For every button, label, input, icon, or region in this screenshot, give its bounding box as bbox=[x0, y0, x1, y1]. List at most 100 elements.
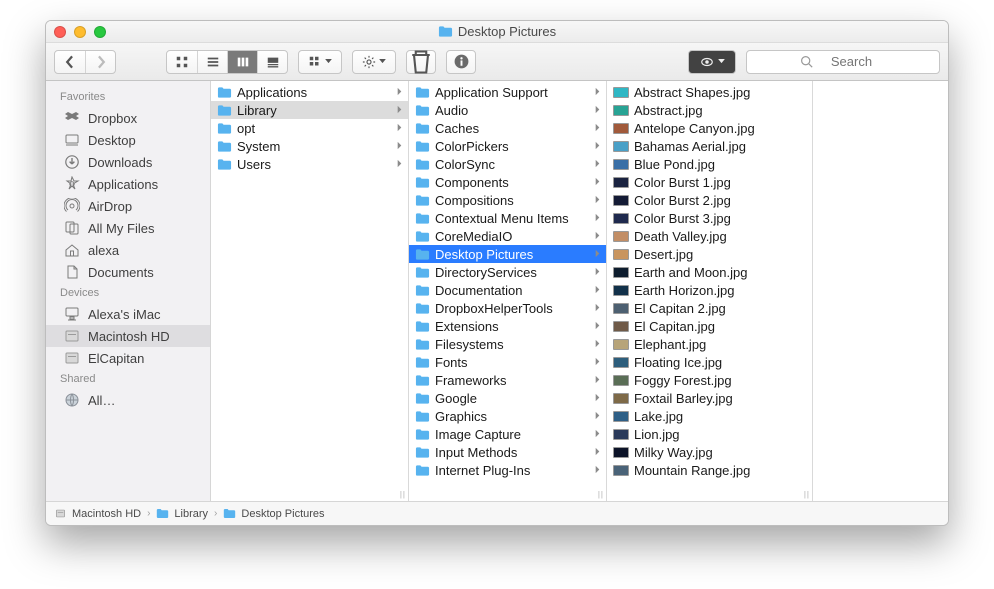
item-label: CoreMediaIO bbox=[435, 229, 512, 244]
folder-item[interactable]: Image Capture bbox=[409, 425, 606, 443]
sidebar-item-elcapitan[interactable]: ElCapitan bbox=[46, 347, 210, 369]
minimize-button[interactable] bbox=[74, 26, 86, 38]
trash-button[interactable] bbox=[406, 50, 436, 74]
close-button[interactable] bbox=[54, 26, 66, 38]
item-label: Desktop Pictures bbox=[435, 247, 533, 262]
sidebar-item-alexa-s-imac[interactable]: Alexa's iMac bbox=[46, 303, 210, 325]
sidebar-item-label: ElCapitan bbox=[88, 351, 144, 366]
folder-item[interactable]: System bbox=[211, 137, 408, 155]
sidebar-item-downloads[interactable]: Downloads bbox=[46, 151, 210, 173]
folder-item[interactable]: ColorSync bbox=[409, 155, 606, 173]
icon-view-button[interactable] bbox=[167, 51, 197, 73]
back-button[interactable] bbox=[55, 51, 85, 73]
item-label: El Capitan.jpg bbox=[634, 319, 715, 334]
folder-item[interactable]: Google bbox=[409, 389, 606, 407]
file-item[interactable]: Lion.jpg bbox=[607, 425, 812, 443]
apps-icon bbox=[64, 176, 80, 192]
sidebar-item-desktop[interactable]: Desktop bbox=[46, 129, 210, 151]
chevron-right-icon bbox=[395, 141, 404, 150]
folder-item[interactable]: Internet Plug-Ins bbox=[409, 461, 606, 479]
file-item[interactable]: Foggy Forest.jpg bbox=[607, 371, 812, 389]
coverflow-view-button[interactable] bbox=[257, 51, 287, 73]
breadcrumb-item[interactable]: Library bbox=[156, 508, 208, 520]
folder-item[interactable]: DirectoryServices bbox=[409, 263, 606, 281]
folder-item[interactable]: Input Methods bbox=[409, 443, 606, 461]
file-item[interactable]: Color Burst 3.jpg bbox=[607, 209, 812, 227]
search-field[interactable] bbox=[746, 50, 940, 74]
sidebar-item-dropbox[interactable]: Dropbox bbox=[46, 107, 210, 129]
folder-item[interactable]: Fonts bbox=[409, 353, 606, 371]
action-dropdown[interactable] bbox=[352, 50, 396, 74]
folder-item[interactable]: Desktop Pictures bbox=[409, 245, 606, 263]
folder-item[interactable]: Documentation bbox=[409, 281, 606, 299]
body: FavoritesDropboxDesktopDownloadsApplicat… bbox=[46, 81, 948, 501]
breadcrumb-label: Desktop Pictures bbox=[241, 508, 324, 520]
file-item[interactable]: Foxtail Barley.jpg bbox=[607, 389, 812, 407]
quicklook-dropdown[interactable] bbox=[688, 50, 736, 74]
folder-item[interactable]: Graphics bbox=[409, 407, 606, 425]
sidebar-item-macintosh-hd[interactable]: Macintosh HD bbox=[46, 325, 210, 347]
breadcrumb-label: Macintosh HD bbox=[72, 508, 141, 520]
column-view-button[interactable] bbox=[227, 51, 257, 73]
folder-item[interactable]: ColorPickers bbox=[409, 137, 606, 155]
folder-icon bbox=[217, 86, 232, 99]
file-item[interactable]: Milky Way.jpg bbox=[607, 443, 812, 461]
dropbox-icon bbox=[64, 110, 80, 126]
folder-item[interactable]: Applications bbox=[211, 83, 408, 101]
file-item[interactable]: Death Valley.jpg bbox=[607, 227, 812, 245]
sidebar-item-airdrop[interactable]: AirDrop bbox=[46, 195, 210, 217]
file-item[interactable]: Antelope Canyon.jpg bbox=[607, 119, 812, 137]
folder-item[interactable]: Audio bbox=[409, 101, 606, 119]
file-item[interactable]: Color Burst 1.jpg bbox=[607, 173, 812, 191]
info-button[interactable] bbox=[446, 50, 476, 74]
folder-item[interactable]: Extensions bbox=[409, 317, 606, 335]
folder-item[interactable]: Filesystems bbox=[409, 335, 606, 353]
toolbar bbox=[46, 43, 948, 81]
sidebar-item-alexa[interactable]: alexa bbox=[46, 239, 210, 261]
folder-item[interactable]: Application Support bbox=[409, 83, 606, 101]
sidebar-item-documents[interactable]: Documents bbox=[46, 261, 210, 283]
item-label: Earth and Moon.jpg bbox=[634, 265, 747, 280]
sidebar-item-all-[interactable]: All… bbox=[46, 389, 210, 411]
file-item[interactable]: Lake.jpg bbox=[607, 407, 812, 425]
folder-item[interactable]: Caches bbox=[409, 119, 606, 137]
folder-item[interactable]: Library bbox=[211, 101, 408, 119]
file-item[interactable]: Bahamas Aerial.jpg bbox=[607, 137, 812, 155]
preview-column bbox=[813, 81, 948, 501]
file-item[interactable]: Earth and Moon.jpg bbox=[607, 263, 812, 281]
file-item[interactable]: Color Burst 2.jpg bbox=[607, 191, 812, 209]
folder-item[interactable]: Users bbox=[211, 155, 408, 173]
sidebar-item-label: Dropbox bbox=[88, 111, 137, 126]
item-label: Color Burst 1.jpg bbox=[634, 175, 731, 190]
folder-item[interactable]: CoreMediaIO bbox=[409, 227, 606, 245]
folder-item[interactable]: Components bbox=[409, 173, 606, 191]
file-item[interactable]: Earth Horizon.jpg bbox=[607, 281, 812, 299]
arrange-dropdown[interactable] bbox=[298, 50, 342, 74]
folder-item[interactable]: Contextual Menu Items bbox=[409, 209, 606, 227]
file-item[interactable]: El Capitan 2.jpg bbox=[607, 299, 812, 317]
folder-item[interactable]: Compositions bbox=[409, 191, 606, 209]
file-item[interactable]: Floating Ice.jpg bbox=[607, 353, 812, 371]
file-item[interactable]: El Capitan.jpg bbox=[607, 317, 812, 335]
breadcrumb-item[interactable]: Macintosh HD bbox=[54, 508, 141, 520]
sidebar-item-all-my-files[interactable]: All My Files bbox=[46, 217, 210, 239]
sidebar-item-applications[interactable]: Applications bbox=[46, 173, 210, 195]
file-item[interactable]: Blue Pond.jpg bbox=[607, 155, 812, 173]
list-view-button[interactable] bbox=[197, 51, 227, 73]
item-label: Lion.jpg bbox=[634, 427, 680, 442]
info-icon bbox=[453, 53, 470, 70]
folder-item[interactable]: opt bbox=[211, 119, 408, 137]
zoom-button[interactable] bbox=[94, 26, 106, 38]
file-item[interactable]: Mountain Range.jpg bbox=[607, 461, 812, 479]
file-item[interactable]: Elephant.jpg bbox=[607, 335, 812, 353]
sidebar-item-label: Macintosh HD bbox=[88, 329, 170, 344]
file-item[interactable]: Abstract Shapes.jpg bbox=[607, 83, 812, 101]
file-item[interactable]: Desert.jpg bbox=[607, 245, 812, 263]
folder-item[interactable]: Frameworks bbox=[409, 371, 606, 389]
search-input[interactable] bbox=[817, 54, 887, 69]
forward-button[interactable] bbox=[85, 51, 115, 73]
file-item[interactable]: Abstract.jpg bbox=[607, 101, 812, 119]
folder-item[interactable]: DropboxHelperTools bbox=[409, 299, 606, 317]
image-thumb-icon bbox=[613, 447, 629, 458]
breadcrumb-item[interactable]: Desktop Pictures bbox=[223, 508, 324, 520]
